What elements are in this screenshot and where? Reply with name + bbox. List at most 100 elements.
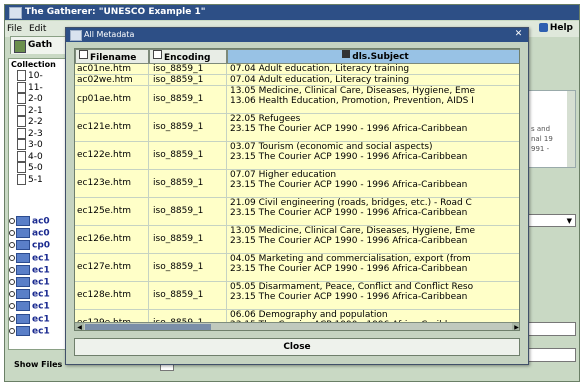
menu-file[interactable]: File <box>7 24 22 34</box>
cell-filename[interactable]: ec127e.htm <box>75 254 149 281</box>
tree-folder-item[interactable]: ec1 <box>9 301 50 313</box>
tree-file-item[interactable]: 10- <box>17 70 43 82</box>
cell-encoding[interactable]: iso_8859_1 <box>149 114 227 141</box>
tree-folder-item[interactable]: ac0 <box>9 216 50 228</box>
cell-filename[interactable]: ec126e.htm <box>75 226 149 253</box>
metadata-set-dropdown[interactable]: ▼ <box>528 214 576 227</box>
tree-file-item[interactable]: 2-1 <box>17 104 43 117</box>
help-menu[interactable]: Help <box>538 23 573 33</box>
cell-filename[interactable]: ac02we.htm <box>75 75 149 85</box>
table-row[interactable]: ec129e.htmiso_8859_106.06 Demography and… <box>75 310 519 322</box>
menu-edit[interactable]: Edit <box>29 24 46 34</box>
close-icon[interactable]: ✕ <box>513 29 524 40</box>
table-row[interactable]: ec123e.htm iso_8859_1 07.07 Higher educati… <box>75 170 519 198</box>
table-row[interactable]: ec122e.htm iso_8859_1 03.07 Tourism (econo… <box>75 142 519 170</box>
window-menu-icon[interactable] <box>9 7 22 19</box>
cell-encoding[interactable]: iso_8859_1 <box>149 310 227 322</box>
column-header-encoding[interactable]: Encoding <box>149 49 227 64</box>
tree-folder-item[interactable]: ec1 <box>9 289 50 301</box>
cell-filename[interactable]: ec128e.htm <box>75 282 149 309</box>
gather-icon <box>14 40 26 53</box>
cell-subject[interactable]: 13.05 Medicine, Clinical Care, Diseases,… <box>227 226 519 253</box>
file-icon <box>17 70 26 81</box>
value-field[interactable] <box>528 322 576 336</box>
expand-icon[interactable] <box>9 327 15 334</box>
cell-encoding[interactable]: iso_8859_1 <box>149 282 227 309</box>
main-titlebar[interactable]: The Gatherer: "UNESCO Example 1" <box>5 5 579 20</box>
folder-icon <box>16 289 30 300</box>
tree-folder-item[interactable]: ec1 <box>9 325 50 338</box>
cell-encoding[interactable]: iso_8859_1 <box>149 86 227 113</box>
tree-file-item[interactable]: 2-0 <box>17 93 43 105</box>
cell-filename[interactable]: ec121e.htm <box>75 114 149 141</box>
cell-encoding[interactable]: iso_8859_1 <box>149 75 227 85</box>
dialog-titlebar[interactable]: All Metadata ✕ <box>66 28 528 42</box>
tab-gather[interactable]: Gath <box>10 36 70 54</box>
cell-subject[interactable]: 13.05 Medicine, Clinical Care, Diseases,… <box>227 86 519 113</box>
cell-subject[interactable]: 21.09 Civil engineering (roads, bridges,… <box>227 198 519 225</box>
cell-encoding[interactable]: iso_8859_1 <box>149 64 227 74</box>
close-button[interactable]: Close <box>74 338 520 356</box>
scrollbar-thumb[interactable] <box>85 324 211 330</box>
cell-filename[interactable]: ec123e.htm <box>75 170 149 197</box>
expand-icon[interactable] <box>9 266 15 273</box>
table-row[interactable]: ac01ne.htm iso_8859_1 07.04 Adult educatio… <box>75 64 519 75</box>
tree-folder-item[interactable]: ec1 <box>9 264 50 277</box>
scroll-right-icon[interactable]: ▶ <box>512 323 519 330</box>
expand-icon[interactable] <box>9 291 15 298</box>
table-row[interactable]: ec127e.htm iso_8859_1 04.05 Marketing and … <box>75 254 519 282</box>
tree-file-item[interactable]: 5-0 <box>17 162 43 174</box>
expand-icon[interactable] <box>9 279 15 285</box>
expand-icon[interactable] <box>9 218 15 224</box>
cell-encoding[interactable]: iso_8859_1 <box>149 170 227 197</box>
cell-subject[interactable]: 07.07 Higher education 23.15 The Courier … <box>227 170 519 197</box>
tree-file-item[interactable]: 5-1 <box>17 173 43 186</box>
tree-folder-item[interactable]: ec1 <box>9 252 50 265</box>
horizontal-scrollbar[interactable]: ◀ ▶ <box>75 322 519 330</box>
cell-subject[interactable]: 06.06 Demography and population23.15 The… <box>227 310 519 322</box>
cell-encoding[interactable]: iso_8859_1 <box>149 254 227 281</box>
show-files-label: Show Files <box>14 360 63 369</box>
lock-icon <box>342 50 351 58</box>
cell-subject[interactable]: 05.05 Disarmament, Peace, Conflict and C… <box>227 282 519 309</box>
cell-filename[interactable]: ec129e.htm <box>75 310 149 322</box>
value-field-2[interactable] <box>528 348 576 362</box>
description-textarea[interactable]: s and nal 19 991 - <box>528 90 576 168</box>
column-header-subject[interactable]: dls.Subject <box>227 49 519 64</box>
tree-file-item[interactable]: 11- <box>17 81 43 94</box>
cell-encoding[interactable]: iso_8859_1 <box>149 198 227 225</box>
expand-icon[interactable] <box>9 230 15 237</box>
table-row[interactable]: ec125e.htm iso_8859_1 21.09 Civil engineer… <box>75 198 519 226</box>
cell-filename[interactable]: cp01ae.htm <box>75 86 149 113</box>
expand-icon[interactable] <box>9 254 15 261</box>
table-row[interactable]: ec121e.htm iso_8859_1 22.05 Refugees 23.15 … <box>75 114 519 142</box>
expand-icon[interactable] <box>9 242 15 249</box>
cell-filename[interactable]: ac01ne.htm <box>75 64 149 74</box>
cell-subject[interactable]: 04.05 Marketing and commercialisation, e… <box>227 254 519 281</box>
cell-subject[interactable]: 07.04 Adult education, Literacy training <box>227 75 519 85</box>
tree-file-item[interactable]: 3-0 <box>17 139 43 151</box>
table-row[interactable]: cp01ae.htm iso_8859_1 13.05 Medicine, Clin… <box>75 86 519 114</box>
description-scrollbar[interactable] <box>567 91 575 167</box>
cell-subject[interactable]: 22.05 Refugees 23.15 The Courier ACP 1990… <box>227 114 519 141</box>
expand-icon[interactable] <box>9 303 15 310</box>
table-row[interactable]: ac02we.htm iso_8859_1 07.04 Adult educatio… <box>75 75 519 86</box>
tree-folder-item[interactable]: ec1 <box>9 313 50 326</box>
scroll-left-icon[interactable]: ◀ <box>75 323 84 330</box>
tree-folder-item[interactable]: ac0 <box>9 228 50 240</box>
table-row[interactable]: ec128e.htm iso_8859_1 05.05 Disarmament, P… <box>75 282 519 310</box>
column-header-filename[interactable]: Filename <box>75 49 149 64</box>
tree-folder-item[interactable]: cp0 <box>9 240 50 252</box>
cell-subject[interactable]: 03.07 Tourism (economic and social aspec… <box>227 142 519 169</box>
cell-subject[interactable]: 07.04 Adult education, Literacy training <box>227 64 519 74</box>
cell-encoding[interactable]: iso_8859_1 <box>149 226 227 253</box>
cell-encoding[interactable]: iso_8859_1 <box>149 142 227 169</box>
tree-file-item[interactable]: 2-3 <box>17 127 43 140</box>
expand-icon[interactable] <box>9 315 15 322</box>
tree-file-item[interactable]: 4-0 <box>17 150 43 163</box>
tree-file-item[interactable]: 2-2 <box>17 116 43 128</box>
cell-filename[interactable]: ec125e.htm <box>75 198 149 225</box>
tree-folder-item[interactable]: ec1 <box>9 277 50 289</box>
cell-filename[interactable]: ec122e.htm <box>75 142 149 169</box>
table-row[interactable]: ec126e.htm iso_8859_1 13.05 Medicine, Clin… <box>75 226 519 254</box>
